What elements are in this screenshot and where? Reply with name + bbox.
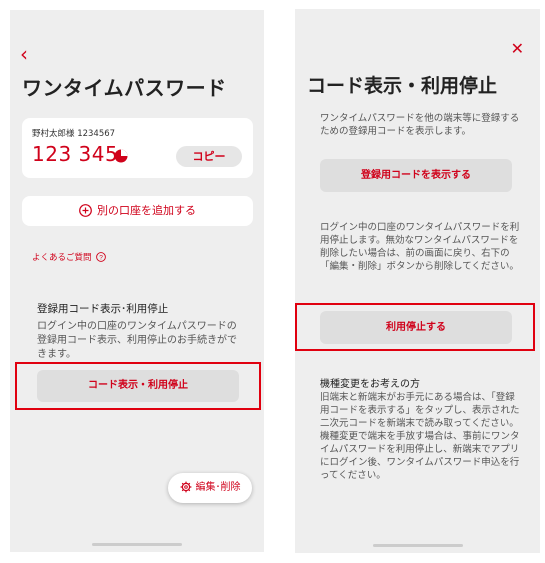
faq-link[interactable]: よくあるご質問 ?	[32, 251, 106, 263]
gear-icon	[180, 481, 191, 493]
home-indicator	[373, 544, 463, 547]
edit-delete-button[interactable]: 編集･削除	[168, 473, 252, 503]
plus-circle-icon	[79, 204, 92, 217]
device-change-description: 旧端末と新端末がお手元にある場合は、「登録用コードを表示する」をタップし、表示さ…	[320, 392, 520, 481]
code-description: ワンタイムパスワードを他の端末等に登録するための登録用コードを表示します。	[320, 113, 520, 137]
otp-code: 123 345	[32, 142, 119, 166]
page-title: コード表示・利用停止	[307, 75, 498, 97]
section-title: 登録用コード表示･利用停止	[37, 303, 169, 315]
add-account-label: 別の口座を追加する	[97, 204, 196, 217]
edit-delete-label: 編集･削除	[195, 482, 241, 493]
question-circle-icon: ?	[95, 252, 106, 262]
account-card: 野村太郎様 1234567 123 345 コピー	[22, 118, 253, 178]
faq-label: よくあるご質問	[32, 253, 92, 263]
copy-button[interactable]: コピー	[176, 146, 242, 167]
stop-usage-button[interactable]: 利用停止する	[320, 311, 512, 344]
chevron-left-icon[interactable]: ‹	[20, 44, 28, 64]
add-account-button[interactable]: 別の口座を追加する	[22, 196, 253, 226]
home-indicator	[92, 543, 182, 546]
device-change-title: 機種変更をお考えの方	[320, 379, 420, 390]
account-name: 野村太郎様 1234567	[32, 129, 116, 139]
svg-text:?: ?	[99, 254, 103, 261]
code-display-stop-screen: ✕ コード表示・利用停止 ワンタイムパスワードを他の端末等に登録するための登録用…	[295, 9, 540, 553]
page-title: ワンタイムパスワード	[22, 76, 227, 100]
close-icon[interactable]: ✕	[511, 41, 524, 57]
section-description: ログイン中の口座のワンタイムパスワードの登録用コード表示、利用停止のお手続きがで…	[37, 321, 237, 360]
stop-description: ログイン中の口座のワンタイムパスワードを利用停止します。無効なワンタイムパスワー…	[320, 222, 520, 272]
show-registration-code-button[interactable]: 登録用コードを表示する	[320, 159, 512, 192]
code-display-stop-button[interactable]: コード表示・利用停止	[37, 370, 239, 402]
otp-main-screen: ‹ ワンタイムパスワード 野村太郎様 1234567 123 345 コピー 別…	[10, 10, 264, 552]
timer-icon	[114, 149, 128, 163]
